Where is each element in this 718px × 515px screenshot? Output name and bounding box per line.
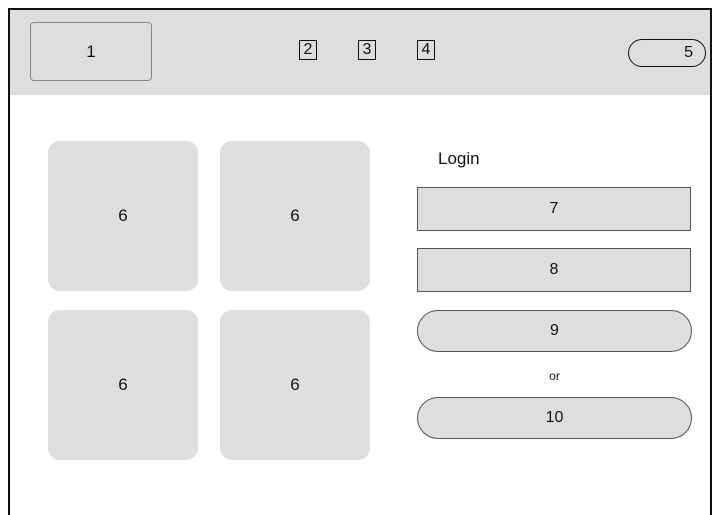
wireframe-frame: 1 2 3 4 5 6 6 6 6 Login 7 8 9 or 10	[8, 8, 712, 515]
tile-top-right[interactable]: 6	[220, 141, 370, 291]
nav-item-label: 3	[362, 41, 372, 58]
top-right-pill-button[interactable]: 5	[628, 39, 706, 67]
field-label: 8	[549, 261, 559, 278]
logo-placeholder[interactable]: 1	[30, 22, 152, 81]
tile-top-left[interactable]: 6	[48, 141, 198, 291]
top-bar: 1 2 3 4 5	[10, 10, 710, 95]
login-field-1[interactable]: 7	[417, 187, 691, 231]
or-separator: or	[549, 369, 560, 383]
button-label: 9	[550, 322, 559, 339]
button-label: 10	[545, 409, 564, 426]
nav-item-4[interactable]: 4	[417, 40, 435, 60]
login-button-10[interactable]: 10	[417, 397, 692, 439]
tile-label: 6	[118, 375, 128, 394]
nav-item-2[interactable]: 2	[299, 40, 317, 60]
nav-item-3[interactable]: 3	[358, 40, 376, 60]
logo-label: 1	[86, 41, 96, 61]
tile-label: 6	[290, 375, 300, 394]
tile-bottom-right[interactable]: 6	[220, 310, 370, 460]
tile-bottom-left[interactable]: 6	[48, 310, 198, 460]
tile-label: 6	[118, 206, 128, 225]
nav-item-label: 4	[421, 41, 431, 58]
tile-label: 6	[290, 206, 300, 225]
login-field-2[interactable]: 8	[417, 248, 691, 292]
pill-label: 5	[684, 44, 693, 61]
field-label: 7	[549, 200, 559, 217]
login-button-9[interactable]: 9	[417, 310, 692, 352]
login-title: Login	[438, 149, 480, 168]
nav-item-label: 2	[303, 41, 313, 58]
